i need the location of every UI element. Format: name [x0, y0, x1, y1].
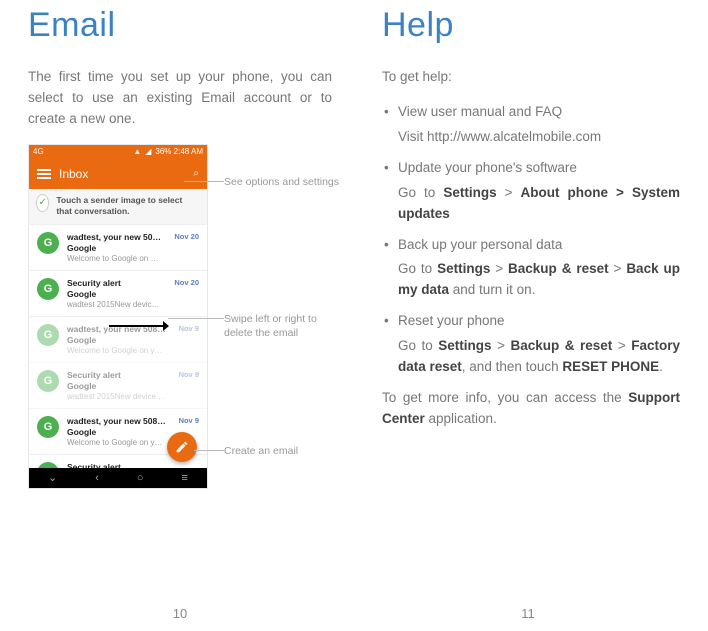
compose-fab[interactable] — [167, 432, 197, 462]
status-bar: 4G ▲ ◢ 36% 2:48 AM — [29, 145, 207, 159]
help-item-faq-sub: Visit http://www.alcatelmobile.com — [398, 127, 680, 148]
help-item-backup-sub: Go to Settings > Backup & reset > Back u… — [398, 259, 680, 301]
row-sender: Google — [67, 427, 167, 437]
email-heading: Email — [28, 6, 332, 45]
help-item-backup: Back up your personal data Go to Setting… — [382, 235, 680, 302]
row-snippet: wadtest 2015New device signed in tow… — [67, 392, 167, 401]
inbox-title: Inbox — [59, 167, 185, 181]
email-row[interactable]: G Security alert Google wadtest 2015New … — [29, 363, 207, 409]
avatar: G — [37, 416, 59, 438]
row-snippet: Welcome to Google on your new 508… — [67, 438, 167, 447]
avatar: G — [37, 324, 59, 346]
callout-create: Create an email — [224, 444, 344, 458]
row-sender: Google — [67, 289, 162, 299]
email-row[interactable]: G wadtest, your new 5086D doesn't… Googl… — [29, 225, 207, 271]
help-list: View user manual and FAQ Visit http://ww… — [382, 102, 680, 378]
android-navbar: ⌄ ‹ ○ ≡ — [29, 468, 207, 488]
email-row[interactable]: G wadtest, your new 5086A doesn't… Googl… — [29, 317, 207, 363]
nav-home-icon[interactable]: ○ — [137, 472, 144, 484]
inbox-tip: ✓ Touch a sender image to select that co… — [29, 189, 207, 225]
page-number-left: 10 — [173, 606, 187, 621]
pencil-icon — [175, 440, 189, 454]
help-intro: To get help: — [382, 67, 680, 88]
signal-icon: ◢ — [145, 147, 151, 156]
tip-text: Touch a sender image to select that conv… — [56, 195, 199, 218]
search-icon[interactable]: ⌕ — [193, 168, 199, 179]
avatar: G — [37, 232, 59, 254]
help-heading: Help — [382, 6, 680, 45]
menu-icon[interactable] — [37, 169, 51, 179]
help-item-reset: Reset your phone Go to Settings > Backup… — [382, 311, 680, 378]
help-item-update-sub: Go to Settings > About phone > System up… — [398, 183, 680, 225]
row-subject: wadtest, your new 5086A doesn't h… — [67, 416, 167, 426]
row-snippet: wadtest 2015New device signed in tow… — [67, 300, 162, 309]
row-date: Nov 9 — [179, 370, 199, 379]
status-time: 36% 2:48 AM — [155, 147, 203, 156]
wifi-icon: ▲ — [133, 147, 141, 156]
row-sender: Google — [67, 335, 167, 345]
email-intro: The first time you set up your phone, yo… — [28, 67, 332, 130]
help-outro: To get more info, you can access the Sup… — [382, 388, 680, 430]
row-subject: wadtest, your new 5086D doesn't… — [67, 232, 162, 242]
row-subject: wadtest, your new 5086A doesn't… — [67, 324, 167, 334]
email-figure: 4G ▲ ◢ 36% 2:48 AM Inbox ⌕ ✓ Touch a sen… — [28, 144, 328, 489]
row-subject: Security alert — [67, 278, 162, 288]
row-date: Nov 9 — [179, 324, 199, 333]
page-number-right: 11 — [521, 606, 535, 621]
row-subject: Security alert — [67, 370, 167, 380]
app-bar: Inbox ⌕ — [29, 159, 207, 189]
nav-back-icon[interactable]: ‹ — [95, 472, 99, 484]
row-date: Nov 20 — [174, 232, 199, 241]
row-snippet: Welcome to Google on your new 5086… — [67, 346, 167, 355]
status-net: 4G — [33, 147, 44, 156]
phone-screenshot: 4G ▲ ◢ 36% 2:48 AM Inbox ⌕ ✓ Touch a sen… — [28, 144, 208, 489]
row-sender: Google — [67, 243, 162, 253]
row-sender: Google — [67, 381, 167, 391]
avatar: G — [37, 370, 59, 392]
callout-options: See options and settings — [224, 175, 344, 189]
email-row[interactable]: G Security alert Google wadtest 2015New … — [29, 271, 207, 317]
row-snippet: Welcome to Google on your new 5086… — [67, 254, 162, 263]
help-item-update: Update your phone's software Go to Setti… — [382, 158, 680, 225]
help-item-faq: View user manual and FAQ Visit http://ww… — [382, 102, 680, 148]
row-date: Nov 20 — [174, 278, 199, 287]
nav-voice-icon[interactable]: ⌄ — [48, 471, 57, 484]
callout-swipe: Swipe left or right to delete the email — [224, 312, 344, 340]
nav-recent-icon[interactable]: ≡ — [182, 472, 188, 484]
help-item-reset-sub: Go to Settings > Backup & reset > Factor… — [398, 336, 680, 378]
row-date: Nov 9 — [179, 416, 199, 425]
avatar: G — [37, 278, 59, 300]
check-icon: ✓ — [37, 195, 48, 211]
